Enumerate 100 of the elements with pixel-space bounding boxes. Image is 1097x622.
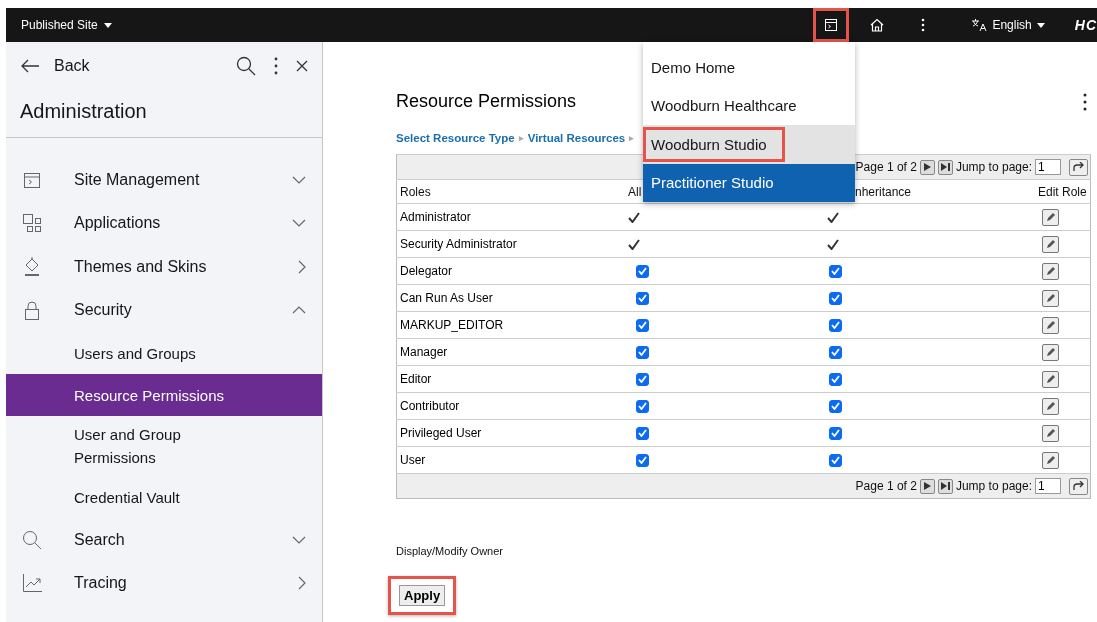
edit-button[interactable] (1042, 451, 1059, 469)
table-cell: Security Administrator (396, 230, 625, 258)
pencil-icon (1045, 292, 1056, 304)
nav-subitem[interactable]: Users and Groups (6, 332, 322, 374)
page-number-field[interactable]: 1 (1035, 478, 1061, 494)
last-page-button[interactable] (937, 478, 953, 494)
chevron-icon (292, 306, 306, 315)
table-cell: Can Run As User (396, 284, 625, 312)
jump-label: Jump to page: (955, 479, 1032, 493)
pencil-icon (1045, 265, 1056, 277)
go-button[interactable] (1069, 477, 1088, 495)
checkmark-icon (827, 238, 839, 250)
site-menu-button[interactable]: Published Site (6, 18, 112, 32)
nav-item[interactable]: Themes and Skins (6, 245, 322, 289)
edit-button[interactable] (1042, 262, 1059, 280)
checkmark-icon (628, 238, 640, 250)
go-button[interactable] (1069, 158, 1088, 176)
checkbox[interactable] (636, 372, 649, 386)
checkbox[interactable] (636, 291, 649, 305)
nav-item[interactable]: Tracing (6, 561, 322, 605)
nav-item[interactable]: Security (6, 288, 322, 332)
play-icon (923, 482, 931, 490)
breadcrumb-separator: ▸ (629, 133, 635, 143)
skip-end-icon (940, 163, 950, 171)
edit-button[interactable] (1042, 397, 1059, 415)
section-label: Display/Modify Owner (396, 545, 504, 557)
table-cell: Manager (396, 338, 625, 366)
more-icon[interactable] (1083, 92, 1087, 111)
table-cell: MARKUP_EDITOR (396, 311, 625, 339)
nav-item[interactable]: Search (6, 518, 322, 562)
edit-button[interactable] (1042, 208, 1059, 226)
translate-icon (971, 18, 988, 32)
redo-arrow-icon (1073, 162, 1084, 172)
logo: HC (1074, 17, 1097, 33)
dropdown-item[interactable]: Practitioner Studio (643, 163, 855, 202)
edit-button[interactable] (1042, 424, 1059, 442)
edit-button[interactable] (1042, 289, 1059, 307)
skip-end-icon (940, 482, 950, 490)
table-cell: Administrator (396, 203, 625, 231)
nav-subitem[interactable]: Credential Vault (6, 476, 322, 518)
pencil-icon (1045, 238, 1056, 250)
table-cell: Editor (396, 365, 625, 393)
dropdown-item[interactable]: Demo Home (643, 48, 855, 87)
page-number-field[interactable]: 1 (1035, 159, 1061, 175)
checkbox[interactable] (829, 291, 842, 305)
page-indicator: Page 1 of 2 (855, 160, 917, 174)
checkbox[interactable] (829, 318, 842, 332)
search-icon (22, 529, 42, 550)
chevron-icon (292, 535, 306, 544)
nav-item[interactable]: Applications (6, 201, 322, 245)
checkbox[interactable] (636, 345, 649, 359)
checkbox[interactable] (636, 426, 649, 440)
checkbox[interactable] (636, 453, 649, 467)
checkbox[interactable] (636, 264, 649, 278)
last-page-button[interactable] (937, 159, 953, 175)
dropdown-item[interactable]: Woodburn Healthcare (643, 86, 855, 125)
redo-arrow-icon (1073, 481, 1084, 491)
edit-button[interactable] (1042, 316, 1059, 334)
breadcrumb-link[interactable]: Virtual Resources (527, 132, 626, 144)
nav-subitem[interactable]: Resource Permissions (6, 374, 322, 416)
edit-button[interactable] (1042, 235, 1059, 253)
next-page-button[interactable] (919, 159, 935, 175)
column-header: Roles (396, 179, 625, 204)
arrow-left-icon (20, 59, 40, 73)
pencil-icon (1045, 454, 1056, 466)
page-indicator: Page 1 of 2 (855, 479, 917, 493)
table-cell: Contributor (396, 392, 625, 420)
sidebar-title: Administration (6, 86, 322, 138)
caret-icon (103, 22, 112, 28)
breadcrumb-link[interactable]: Select Resource Type (396, 132, 515, 144)
checkbox[interactable] (829, 372, 842, 386)
lock-icon (22, 300, 42, 321)
nav-item[interactable]: Site Management (6, 158, 322, 202)
pencil-icon (1045, 211, 1056, 223)
close-icon[interactable] (296, 60, 308, 72)
search-icon[interactable] (236, 56, 256, 76)
checkbox[interactable] (829, 426, 842, 440)
more-icon[interactable] (274, 57, 278, 75)
checkbox[interactable] (829, 345, 842, 359)
back-link[interactable]: Back (20, 57, 90, 75)
chart-icon (22, 573, 42, 594)
next-page-button[interactable] (919, 478, 935, 494)
checkbox[interactable] (829, 264, 842, 278)
checkbox[interactable] (829, 453, 842, 467)
paint-bucket-icon (22, 256, 42, 277)
pencil-icon (1045, 373, 1056, 385)
edit-button[interactable] (1042, 343, 1059, 361)
column-header: Edit Role (1035, 179, 1091, 204)
table-cell: Privileged User (396, 419, 625, 447)
checkbox[interactable] (636, 318, 649, 332)
dropdown-item[interactable]: Woodburn Studio (643, 125, 855, 164)
pencil-icon (1045, 319, 1056, 331)
applications-icon (22, 213, 42, 234)
chevron-icon (292, 219, 306, 228)
apply-button[interactable]: Apply (399, 585, 446, 606)
checkbox[interactable] (829, 399, 842, 413)
checkbox[interactable] (636, 399, 649, 413)
language-menu[interactable]: English (971, 18, 1045, 32)
edit-button[interactable] (1042, 370, 1059, 388)
nav-subitem[interactable]: User and Group Permissions (6, 416, 244, 476)
